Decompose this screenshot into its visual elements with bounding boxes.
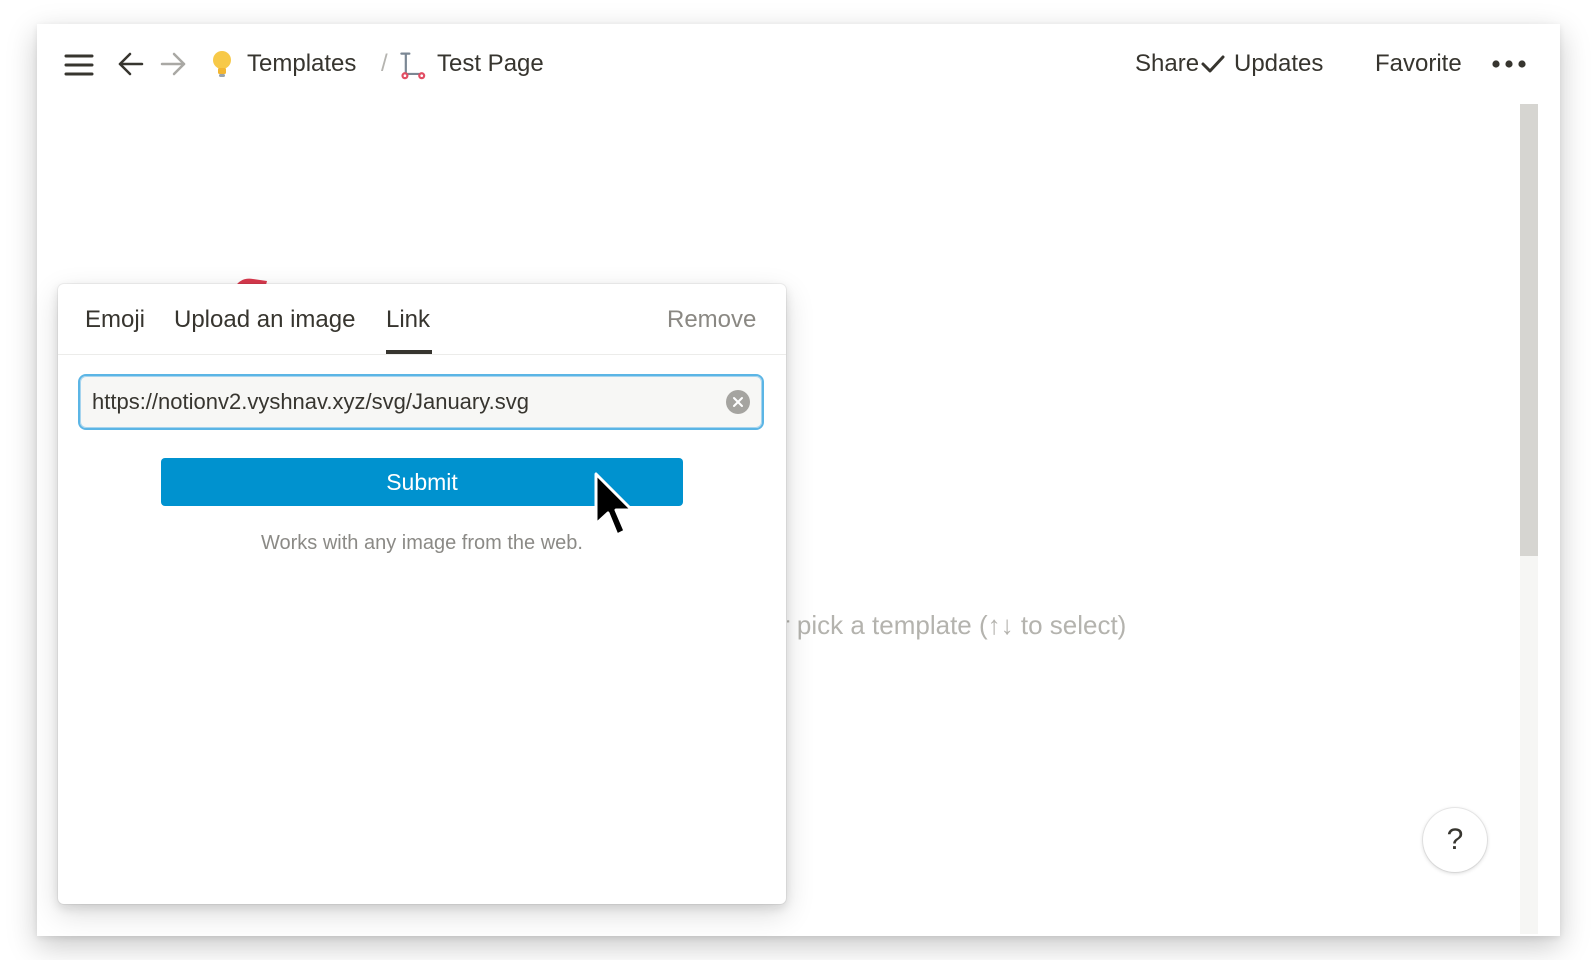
- remove-button[interactable]: Remove: [667, 302, 756, 338]
- more-options-icon[interactable]: [1489, 46, 1529, 82]
- help-button[interactable]: ?: [1423, 808, 1487, 872]
- updates-button[interactable]: Updates: [1200, 46, 1323, 82]
- mouse-pointer-icon: [592, 472, 636, 542]
- topbar: Templates / Test Page Share Updates Favo…: [37, 24, 1560, 104]
- scrollbar-thumb[interactable]: [1520, 104, 1538, 556]
- forward-arrow-icon[interactable]: [159, 50, 187, 78]
- breadcrumb-label: Test Page: [437, 50, 544, 77]
- share-button[interactable]: Share: [1135, 46, 1199, 82]
- active-tab-indicator: [386, 350, 432, 354]
- favorite-button[interactable]: Favorite: [1375, 46, 1462, 82]
- tab-emoji[interactable]: Emoji: [85, 302, 145, 338]
- breadcrumb-label: Templates: [247, 50, 357, 77]
- icon-picker-popover: Emoji Upload an image Link Remove Submit…: [58, 284, 786, 904]
- updates-label: Updates: [1234, 50, 1324, 77]
- scooter-icon: [397, 49, 427, 80]
- breadcrumb-test-page[interactable]: Test Page: [397, 46, 544, 82]
- lightbulb-icon: [207, 49, 237, 79]
- breadcrumb-templates[interactable]: Templates: [207, 46, 356, 82]
- clear-input-icon[interactable]: [726, 390, 750, 414]
- url-input[interactable]: [92, 376, 712, 428]
- tab-link[interactable]: Link: [386, 302, 430, 338]
- back-arrow-icon[interactable]: [117, 50, 145, 78]
- icon-picker-tabs: Emoji Upload an image Link Remove: [58, 284, 786, 355]
- editor-placeholder[interactable]: r pick a template (↑↓ to select): [787, 610, 1187, 641]
- checkmark-icon: [1201, 55, 1225, 73]
- url-field: [80, 376, 762, 428]
- menu-icon[interactable]: [63, 52, 95, 78]
- breadcrumb-separator: /: [381, 50, 388, 77]
- link-hint-text: Works with any image from the web.: [261, 532, 583, 554]
- placeholder-text: r pick a template (↑↓ to select): [787, 610, 1127, 640]
- tab-upload-image[interactable]: Upload an image: [174, 302, 355, 338]
